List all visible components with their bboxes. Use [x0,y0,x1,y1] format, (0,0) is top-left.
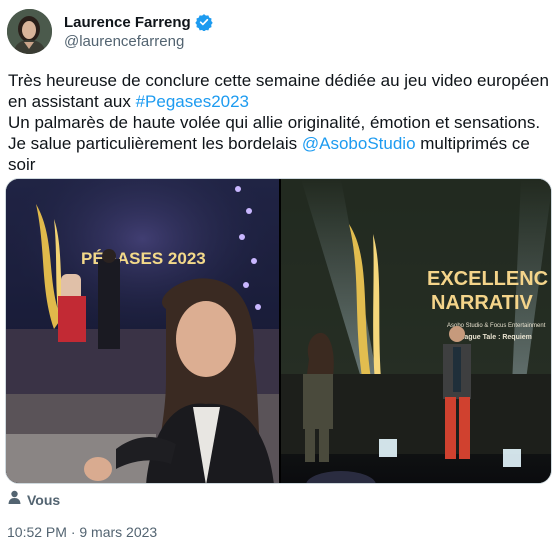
photo-pegases-stage[interactable]: PÉGASES 2023 [6,179,279,483]
author-name[interactable]: Laurence Farreng [64,14,191,31]
verified-badge-icon [195,13,213,32]
tweet-text-line: Un palmarès de haute volée qui allie ori… [8,112,548,133]
tweet-text-line: Je salue particulièrement les bordelais … [8,133,548,154]
tagged-label: Vous [27,491,61,508]
author-handle[interactable]: @laurencefarreng [64,33,213,50]
avatar[interactable] [7,9,52,54]
tweet-card: Laurence Farreng @laurencefarreng Très h… [0,0,560,550]
tweet-media: PÉGASES 2023 EXCELLENC NARRATIV Asobo St… [5,178,552,484]
person-icon [8,490,21,509]
hashtag-link[interactable]: #Pegases2023 [136,92,249,111]
tweet-text-segment: Un palmarès de haute volée qui allie ori… [8,113,541,132]
tweet-text-line: soir [8,154,548,175]
tweet-text-line: en assistant aux #Pegases2023 [8,91,548,112]
photo-award-stage[interactable]: EXCELLENC NARRATIV Asobo Studio & Focus … [281,179,551,483]
tweet-text-segment: en assistant aux [8,92,136,111]
tagged-users[interactable]: Vous [8,490,60,509]
screen-line2: NARRATIV [431,292,534,314]
tweet-text-line: Très heureuse de conclure cette semaine … [8,70,549,91]
tweet-text: Très heureuse de conclure cette semaine … [8,70,549,175]
tweet-timestamp[interactable]: 10:52 PM · 9 mars 2023 [7,524,157,540]
tweet-text-segment: soir [8,155,36,174]
screen-line1: EXCELLENC [427,268,548,290]
tweet-text-segment: Très heureuse de conclure cette semaine … [8,71,549,90]
tweet-text-segment: Je salue particulièrement les bordelais [8,134,302,153]
tweet-text-segment: multiprimés ce [415,134,530,153]
mention-link[interactable]: @AsoboStudio [302,134,416,153]
tweet-author: Laurence Farreng @laurencefarreng [64,12,213,50]
